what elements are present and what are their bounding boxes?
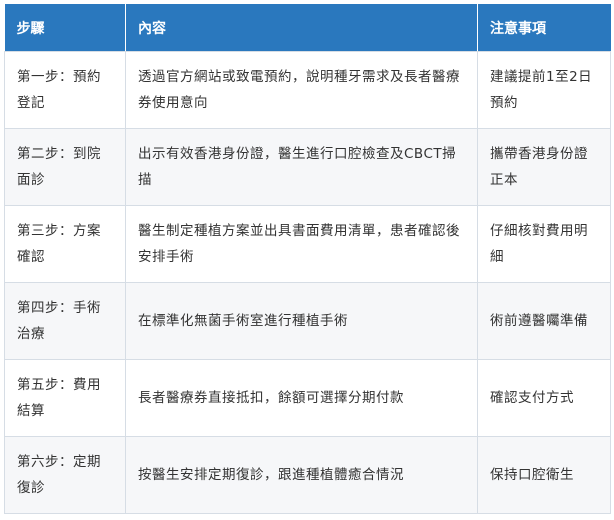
step-cell: 第五步：費用結算 [4,359,126,437]
dental-implant-process-table: 步驟 內容 注意事項 第一步：預約登記 透過官方網站或致電預約，說明種牙需求及長… [4,4,611,514]
step-cell: 第四步：手術治療 [4,282,126,360]
step-cell: 第一步：預約登記 [4,51,126,129]
content-cell: 在標準化無菌手術室進行種植手術 [125,282,478,360]
step-cell: 第三步：方案確認 [4,205,126,283]
table-row: 第四步：手術治療 在標準化無菌手術室進行種植手術 術前遵醫囑準備 [4,282,611,360]
content-cell: 醫生制定種植方案並出具書面費用清單，患者確認後安排手術 [125,205,478,283]
table-row: 第二步：到院面診 出示有效香港身份證，醫生進行口腔檢查及CBCT掃描 攜帶香港身… [4,128,611,206]
note-cell: 確認支付方式 [477,359,611,437]
table-row: 第一步：預約登記 透過官方網站或致電預約，說明種牙需求及長者醫療券使用意向 建議… [4,51,611,129]
note-cell: 建議提前1至2日預約 [477,51,611,129]
header-note: 注意事項 [477,4,611,52]
content-cell: 按醫生安排定期復診，跟進種植體癒合情況 [125,436,478,514]
header-row: 步驟 內容 注意事項 [4,4,611,52]
note-cell: 攜帶香港身份證正本 [477,128,611,206]
header-content: 內容 [125,4,478,52]
step-cell: 第六步：定期復診 [4,436,126,514]
page: 步驟 內容 注意事項 第一步：預約登記 透過官方網站或致電預約，說明種牙需求及長… [0,0,614,520]
table-row: 第五步：費用結算 長者醫療券直接抵扣，餘額可選擇分期付款 確認支付方式 [4,359,611,437]
content-cell: 長者醫療券直接抵扣，餘額可選擇分期付款 [125,359,478,437]
table-header: 步驟 內容 注意事項 [4,4,611,52]
header-step: 步驟 [4,4,126,52]
note-cell: 保持口腔衛生 [477,436,611,514]
step-cell: 第二步：到院面診 [4,128,126,206]
note-cell: 仔細核對費用明細 [477,205,611,283]
content-cell: 透過官方網站或致電預約，說明種牙需求及長者醫療券使用意向 [125,51,478,129]
table-body: 第一步：預約登記 透過官方網站或致電預約，說明種牙需求及長者醫療券使用意向 建議… [4,51,611,514]
content-cell: 出示有效香港身份證，醫生進行口腔檢查及CBCT掃描 [125,128,478,206]
table-row: 第三步：方案確認 醫生制定種植方案並出具書面費用清單，患者確認後安排手術 仔細核… [4,205,611,283]
note-cell: 術前遵醫囑準備 [477,282,611,360]
table-row: 第六步：定期復診 按醫生安排定期復診，跟進種植體癒合情況 保持口腔衛生 [4,436,611,514]
